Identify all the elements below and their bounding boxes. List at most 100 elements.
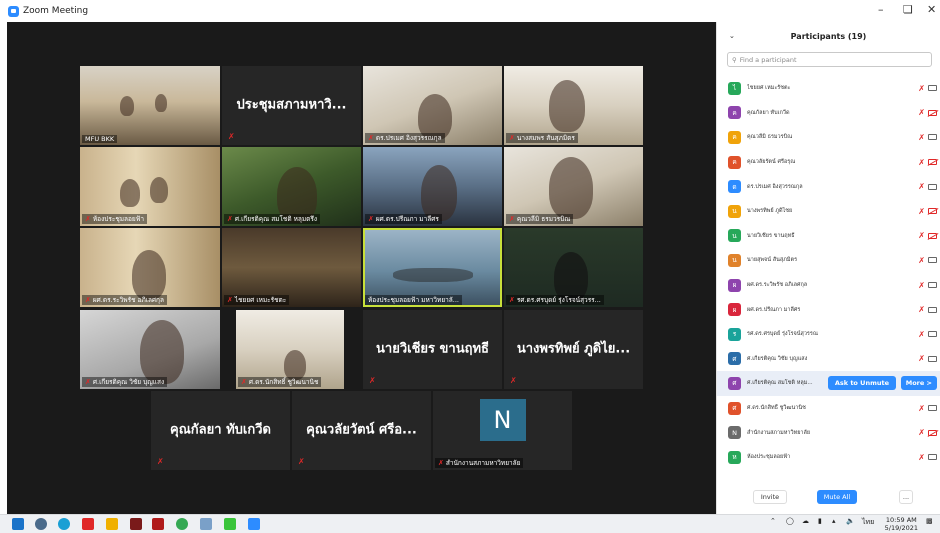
video-tile[interactable]: N ✗ สำนักงานสภามหาวิทยาลัย bbox=[433, 391, 572, 470]
video-icon[interactable] bbox=[928, 183, 937, 190]
mic-muted-icon[interactable]: ✗ bbox=[918, 428, 925, 437]
participant-row[interactable]: ผ ผศ.ดร.ระวิพรัช อภิเลศกุล ✗ bbox=[717, 273, 940, 298]
participant-row[interactable]: ร รศ.ดร.ศรบุดย์ รุ่งโรจน์สุวรรณ ✗ bbox=[717, 322, 940, 347]
video-off-icon[interactable] bbox=[928, 109, 937, 116]
video-tile[interactable]: MFU BKK bbox=[80, 66, 220, 145]
participant-row[interactable]: ศ ศ.ดร.นักสิทธิ์ ชูวิฒนานิช ✗ bbox=[717, 396, 940, 421]
participant-row[interactable]: ศ ศ.เกียรติคุณ สมโชติ หลุม... Ask to Unmut… bbox=[717, 371, 940, 396]
video-tile[interactable]: ✗ ผศ.ดร.ปรีณภา มาลีศร bbox=[363, 147, 502, 226]
language-indicator[interactable]: ไทย bbox=[862, 517, 874, 528]
chrome-icon[interactable] bbox=[176, 518, 188, 530]
mic-muted-icon[interactable]: ✗ bbox=[918, 305, 925, 314]
participant-status-icons: ✗ bbox=[918, 182, 937, 191]
mic-muted-icon[interactable]: ✗ bbox=[918, 453, 925, 462]
participant-row[interactable]: น นายวิเชียร ขานฤทธี ✗ bbox=[717, 224, 940, 249]
participant-row[interactable]: N สำนักงานสภามหาวิทยาลัย ✗ bbox=[717, 420, 940, 445]
participant-row[interactable]: น นายสุพจน์ สันสุภมิตร ✗ bbox=[717, 248, 940, 273]
mic-muted-icon[interactable]: ✗ bbox=[918, 281, 925, 290]
mic-muted-icon[interactable]: ✗ bbox=[918, 330, 925, 339]
participant-row[interactable]: ค คุณวลีมิ ธรมวรบิณ ✗ bbox=[717, 125, 940, 150]
mic-muted-icon[interactable]: ✗ bbox=[918, 133, 925, 142]
video-tile[interactable]: คุณวลัยวัตน์ ศรีอ... ✗ bbox=[292, 391, 431, 470]
app-icon[interactable] bbox=[130, 518, 142, 530]
wifi-icon[interactable]: ▴ bbox=[832, 517, 836, 525]
search-taskbar-icon[interactable] bbox=[35, 518, 47, 530]
cloud-icon[interactable]: ☁ bbox=[802, 517, 809, 525]
video-tile[interactable]: ✗ ไชยยศ เหมะรัชตะ bbox=[222, 228, 361, 307]
mic-muted-icon[interactable]: ✗ bbox=[918, 231, 925, 240]
line-icon[interactable] bbox=[224, 518, 236, 530]
video-tile[interactable]: ✗ ห้องประชุมลอยฟ้า bbox=[80, 147, 220, 226]
video-tile[interactable]: ✗ ศ.เกียรติคุณ สมโชติ หลุมตรึง bbox=[222, 147, 361, 226]
participant-row[interactable]: ศ ศ.เกียรติคุณ วิชัย บุญแสง ✗ bbox=[717, 347, 940, 372]
video-tile[interactable]: ✗ ศ.เกียรติคุณ วิชัย บุญแสง bbox=[80, 310, 220, 389]
video-off-icon[interactable] bbox=[928, 159, 937, 166]
video-icon[interactable] bbox=[928, 306, 937, 313]
close-icon[interactable]: ✕ bbox=[927, 3, 936, 16]
video-off-icon[interactable] bbox=[928, 232, 937, 239]
video-tile[interactable]: ✗ ดร.ปรเมศ อิงสุวรรณกุล bbox=[363, 66, 502, 145]
find-participant-input[interactable]: ⚲ Find a participant bbox=[727, 52, 932, 67]
restore-icon[interactable]: ❏ bbox=[903, 3, 913, 16]
video-tile[interactable]: นายวิเชียร ขานฤทธี ✗ bbox=[363, 310, 502, 389]
participant-row[interactable]: ผ ผศ.ดร.ปรีณภา มาลีศร ✗ bbox=[717, 297, 940, 322]
edge-icon[interactable] bbox=[58, 518, 70, 530]
tray-chevron-icon[interactable]: ⌃ bbox=[770, 517, 776, 525]
mic-muted-icon: ✗ bbox=[228, 132, 235, 141]
video-tile-active-speaker[interactable]: ห้องประชุมลอยฟ้า มหาวิทยาลั... bbox=[363, 228, 502, 307]
mic-muted-icon[interactable]: ✗ bbox=[918, 108, 925, 117]
participant-row[interactable]: ด ดร.ปรเมศ อิงสุวรรณกุล ✗ bbox=[717, 174, 940, 199]
video-tile[interactable]: ✗ ศ.ดร.นักสิทธิ์ ชูวิฒนานิช bbox=[236, 310, 344, 389]
participant-row[interactable]: ค คุณวลัยรัตน์ ศรีอรุณ ✗ bbox=[717, 150, 940, 175]
netflix-icon[interactable] bbox=[82, 518, 94, 530]
zoom-taskbar-icon[interactable] bbox=[248, 518, 260, 530]
video-off-icon[interactable] bbox=[928, 429, 937, 436]
mic-muted-icon: ✗ bbox=[85, 296, 91, 304]
video-tile[interactable]: ประชุมสภามหาวิ... ✗ bbox=[222, 66, 361, 145]
video-tile[interactable]: นางพรทิพย์ ภูดิไย... ✗ bbox=[504, 310, 643, 389]
video-icon[interactable] bbox=[928, 355, 937, 362]
more-options-button[interactable]: ... bbox=[899, 490, 913, 504]
video-icon[interactable] bbox=[928, 134, 937, 141]
video-icon[interactable] bbox=[928, 257, 937, 264]
tile-name-label: ไชยยศ เหมะรัชตะ bbox=[234, 296, 287, 304]
mic-muted-icon[interactable]: ✗ bbox=[918, 256, 925, 265]
participant-row[interactable]: ไ ไชยยศ เหมะรัชตะ ✗ bbox=[717, 76, 940, 101]
video-icon[interactable] bbox=[928, 282, 937, 289]
mic-muted-icon[interactable]: ✗ bbox=[918, 354, 925, 363]
mic-muted-icon[interactable]: ✗ bbox=[918, 158, 925, 167]
video-tile[interactable]: ✗ คุณวลีมิ ธรมวรบิณ bbox=[504, 147, 643, 226]
video-icon[interactable] bbox=[928, 85, 937, 92]
battery-icon[interactable]: ▮ bbox=[818, 517, 822, 525]
invite-button[interactable]: Invite bbox=[753, 490, 787, 504]
mic-muted-icon[interactable]: ✗ bbox=[918, 404, 925, 413]
participant-row[interactable]: ห ห้องประชุมลอยฟ้า ✗ bbox=[717, 445, 940, 470]
volume-icon[interactable]: 🔈 bbox=[846, 517, 855, 525]
ask-to-unmute-button[interactable]: Ask to Unmute bbox=[827, 376, 896, 391]
app-icon[interactable] bbox=[200, 518, 212, 530]
video-tile[interactable]: ✗ ผศ.ดร.ระวิพรัช อภิเลศกุล bbox=[80, 228, 220, 307]
start-icon[interactable] bbox=[12, 518, 24, 530]
participant-status-icons: ✗ bbox=[918, 84, 937, 93]
media-icon[interactable] bbox=[152, 518, 164, 530]
participant-more-button[interactable]: More > bbox=[900, 376, 937, 391]
video-icon[interactable] bbox=[928, 331, 937, 338]
mute-all-button[interactable]: Mute All bbox=[817, 490, 857, 504]
video-off-icon[interactable] bbox=[928, 208, 937, 215]
video-icon[interactable] bbox=[928, 405, 937, 412]
chevron-down-icon[interactable]: ⌄ bbox=[729, 32, 735, 40]
mic-muted-icon[interactable]: ✗ bbox=[918, 207, 925, 216]
taskbar-clock[interactable]: 10:59 AM 5/19/2021 bbox=[885, 516, 918, 532]
video-icon[interactable] bbox=[928, 454, 937, 461]
network-icon[interactable]: ◯ bbox=[786, 517, 794, 525]
file-explorer-icon[interactable] bbox=[106, 518, 118, 530]
participant-row[interactable]: น นางพรทิพย์ ภูดิไชย ✗ bbox=[717, 199, 940, 224]
video-tile[interactable]: ✗ นางสมพร สันสุภมิตร bbox=[504, 66, 643, 145]
participant-row[interactable]: ค คุณกัลยา ทับเกวีด ✗ bbox=[717, 101, 940, 126]
minimize-icon[interactable]: – bbox=[878, 3, 884, 16]
mic-muted-icon[interactable]: ✗ bbox=[918, 84, 925, 93]
mic-muted-icon[interactable]: ✗ bbox=[918, 182, 925, 191]
video-tile[interactable]: คุณกัลยา ทับเกวีด ✗ bbox=[151, 391, 290, 470]
notification-icon[interactable]: ▩ bbox=[926, 517, 933, 525]
video-tile[interactable]: ✗ รศ.ดร.ศรบุดย์ รุ่งโรจน์สุวรร... bbox=[504, 228, 643, 307]
